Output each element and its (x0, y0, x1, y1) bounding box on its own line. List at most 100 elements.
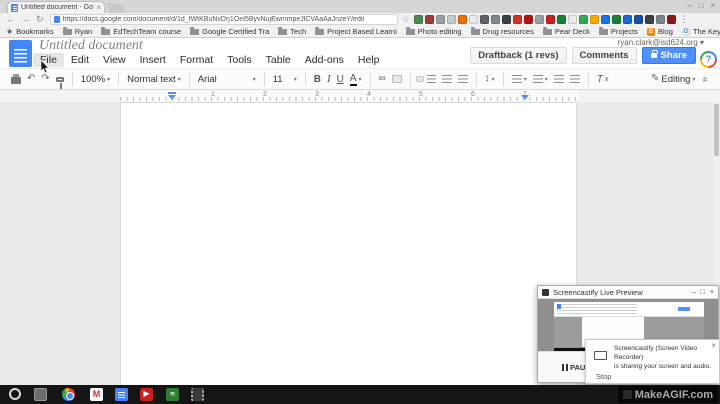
extension-icon[interactable] (645, 15, 654, 24)
bookmark-folder-photo-editing[interactable]: Photo editing (406, 27, 462, 36)
left-margin-marker[interactable] (168, 95, 176, 100)
italic-button[interactable]: I (324, 71, 334, 87)
right-margin-marker[interactable] (521, 95, 529, 100)
extension-icon[interactable] (480, 15, 489, 24)
extension-icon[interactable] (458, 15, 467, 24)
minimize-button[interactable]: – (687, 1, 691, 10)
reload-button[interactable]: ↻ (36, 15, 44, 24)
browser-menu-icon[interactable]: ⋮ (680, 14, 689, 25)
underline-button[interactable]: U (334, 72, 347, 87)
align-right-button[interactable] (439, 73, 455, 85)
extension-icon[interactable] (425, 15, 434, 24)
font-select[interactable]: Arial▾ (195, 72, 259, 87)
clear-formatting-button[interactable]: Tx (594, 72, 612, 87)
bookmark-the-keyword[interactable]: GThe Keyword | Google (682, 27, 720, 36)
extension-icon[interactable] (667, 15, 676, 24)
menu-edit[interactable]: Edit (64, 53, 96, 67)
bookmark-folder-ryan[interactable]: Ryan (63, 27, 93, 36)
launcher-icon[interactable] (9, 388, 21, 400)
gmail-icon[interactable]: M (90, 388, 103, 401)
google-docs-icon[interactable] (115, 388, 128, 401)
extension-icon[interactable] (469, 15, 478, 24)
scrollbar-thumb[interactable] (714, 104, 719, 156)
minimize-button[interactable]: – (692, 289, 696, 296)
bookmark-blog[interactable]: BBlog (647, 27, 673, 36)
insert-comment-button[interactable] (389, 73, 405, 85)
stop-sharing-button[interactable]: Stop (596, 372, 611, 381)
maximize-button[interactable]: □ (698, 1, 703, 10)
align-center-button[interactable] (424, 73, 439, 85)
menu-addons[interactable]: Add-ons (298, 53, 351, 67)
extension-icon[interactable] (447, 15, 456, 24)
print-button[interactable] (8, 72, 24, 86)
extension-icon[interactable] (623, 15, 632, 24)
extension-icon[interactable] (491, 15, 500, 24)
menu-format[interactable]: Format (173, 53, 220, 67)
account-email[interactable]: ryan.clark@isd624.org ▾ (618, 38, 704, 47)
extension-icon[interactable] (524, 15, 533, 24)
text-color-button[interactable]: A▾ (347, 71, 365, 88)
play-movies-icon[interactable]: ▶ (140, 388, 153, 401)
extension-icon[interactable] (568, 15, 577, 24)
video-app-icon[interactable] (191, 388, 204, 401)
tab-close-icon[interactable]: × (96, 4, 101, 12)
font-size-select[interactable]: 11▾ (270, 72, 300, 87)
bookmark-star-icon[interactable]: ☆ (402, 14, 410, 25)
bulleted-list-button[interactable]: ▾ (530, 73, 551, 85)
extension-icon[interactable] (557, 15, 566, 24)
extension-icon[interactable] (513, 15, 522, 24)
extension-icon[interactable] (601, 15, 610, 24)
screencastify-shelf-icon[interactable]: ≋ (166, 388, 179, 401)
app-window-icon[interactable] (34, 388, 47, 401)
line-spacing-button[interactable]: ↕▾ (482, 72, 498, 86)
extension-icon[interactable] (436, 15, 445, 24)
extension-icon[interactable] (579, 15, 588, 24)
browser-tab[interactable]: Untitled document - Go × (7, 1, 105, 13)
extension-icon[interactable] (656, 15, 665, 24)
chrome-icon[interactable] (62, 388, 75, 401)
forward-button[interactable]: → (21, 15, 30, 24)
justify-button[interactable] (455, 73, 471, 85)
indent-marker-bar[interactable] (168, 92, 176, 94)
bookmark-folder-pbl[interactable]: Project Based Learni (315, 27, 397, 36)
align-left-button[interactable] (416, 76, 424, 82)
menu-insert[interactable]: Insert (133, 53, 173, 67)
bookmarks-label[interactable]: ★Bookmarks (6, 27, 54, 36)
address-bar[interactable]: https://docs.google.com/document/d/1d_fW… (50, 14, 398, 25)
draftback-button[interactable]: Draftback (1 revs) (470, 47, 566, 64)
extension-icon[interactable] (414, 15, 423, 24)
new-tab-button[interactable] (106, 3, 125, 13)
paint-format-button[interactable] (53, 75, 67, 84)
menu-view[interactable]: View (96, 53, 133, 67)
increase-indent-button[interactable] (567, 73, 583, 85)
bookmark-folder-drug-resources[interactable]: Drug resources (471, 27, 534, 36)
pause-button[interactable]: PAU (562, 363, 585, 372)
bookmark-folder-projects[interactable]: Projects (599, 27, 638, 36)
extension-icon[interactable] (502, 15, 511, 24)
extension-icon[interactable] (634, 15, 643, 24)
menu-help[interactable]: Help (351, 53, 387, 67)
screencastify-titlebar[interactable]: Screencastify Live Preview – □ × (538, 286, 718, 299)
decrease-indent-button[interactable] (551, 73, 567, 85)
menu-tools[interactable]: Tools (220, 53, 259, 67)
numbered-list-button[interactable]: ▾ (509, 73, 530, 85)
zoom-select[interactable]: 100%▾ (78, 72, 113, 87)
extension-icon[interactable] (535, 15, 544, 24)
hide-menus-button[interactable]: » (700, 76, 711, 82)
extension-icon[interactable] (590, 15, 599, 24)
back-button[interactable]: ← (6, 15, 15, 24)
extension-icon[interactable] (612, 15, 621, 24)
document-title[interactable]: Untitled document (39, 38, 143, 54)
close-button[interactable]: × (710, 289, 714, 296)
redo-button[interactable]: ↷ (38, 72, 52, 86)
bookmark-folder-google-certified[interactable]: Google Certified Tra (190, 27, 269, 36)
comments-button[interactable]: Comments (572, 47, 637, 64)
insert-link-button[interactable]: ∞ (376, 72, 389, 86)
help-button[interactable]: ? (700, 51, 717, 68)
bookmark-folder-edtechteam[interactable]: EdTechTeam course (101, 27, 181, 36)
bookmark-folder-pear-deck[interactable]: Pear Deck (543, 27, 590, 36)
undo-button[interactable]: ↶ (24, 72, 38, 86)
maximize-button[interactable]: □ (701, 289, 705, 296)
share-button[interactable]: Share (642, 47, 696, 64)
document-page[interactable] (120, 102, 577, 385)
